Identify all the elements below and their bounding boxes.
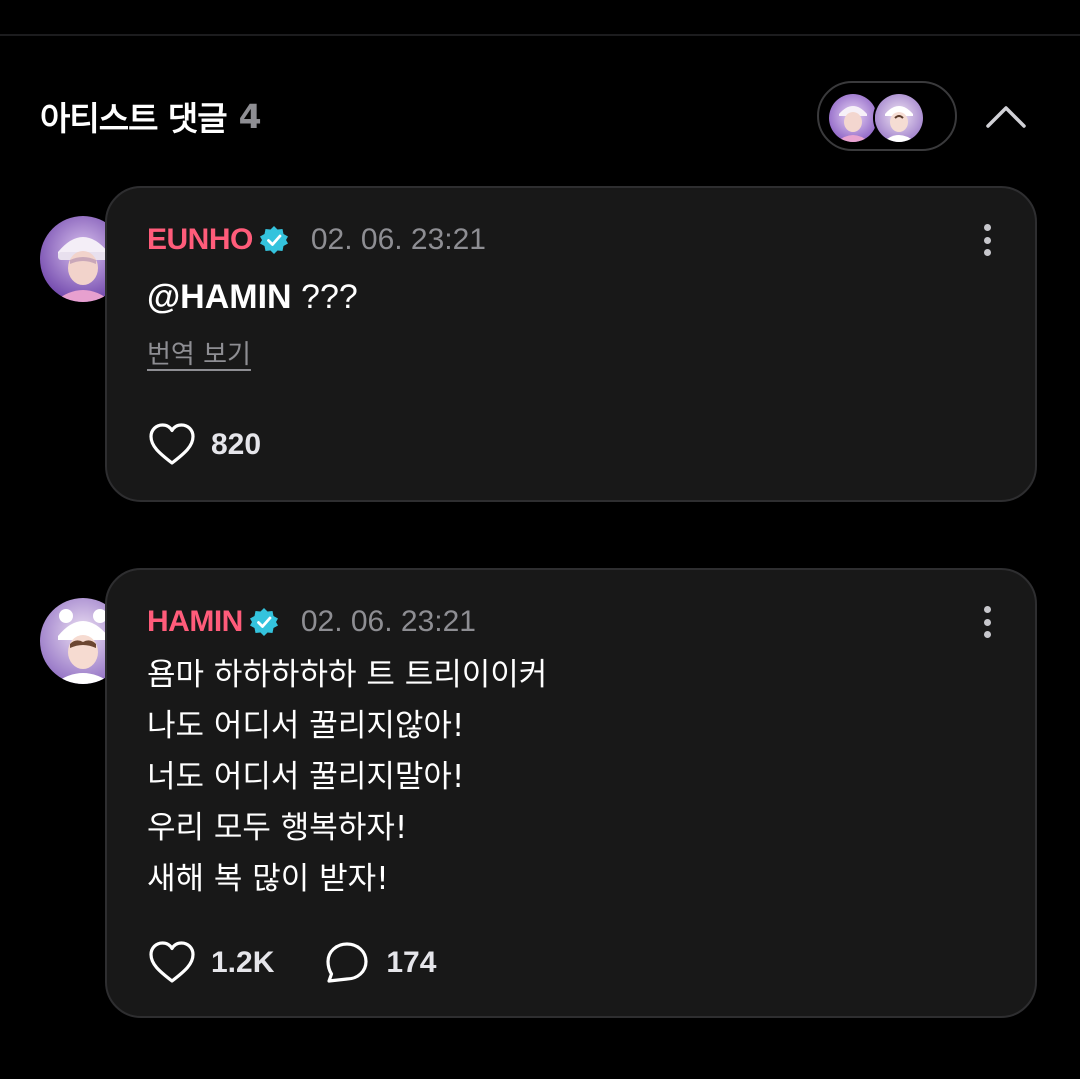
comment-timestamp: 02. 06. 23:21 bbox=[310, 223, 486, 256]
verified-badge-icon bbox=[259, 226, 288, 254]
like-button[interactable]: 820 bbox=[147, 420, 261, 470]
like-button[interactable]: 1.2K bbox=[147, 938, 274, 988]
comment-actions: 820 bbox=[147, 420, 309, 470]
dot-icon bbox=[983, 249, 991, 256]
section-header: 아티스트 댓글 4 bbox=[40, 90, 262, 142]
comment-item: EUNHO 02. 06. 23:21 @HAMIN ??? 번역 보기 820 bbox=[40, 186, 1040, 502]
comment-card: EUNHO 02. 06. 23:21 @HAMIN ??? 번역 보기 820 bbox=[105, 186, 1037, 502]
more-options-button[interactable] bbox=[975, 220, 999, 260]
like-count: 1.2K bbox=[211, 946, 275, 979]
chevron-up-icon bbox=[986, 106, 1026, 128]
comment-text: @HAMIN ??? bbox=[147, 272, 987, 324]
translate-link[interactable]: 번역 보기 bbox=[147, 334, 251, 371]
comment-actions: 1.2K 174 bbox=[147, 938, 484, 988]
section-title: 아티스트 댓글 bbox=[40, 99, 228, 138]
dot-icon bbox=[983, 236, 991, 244]
reply-button[interactable]: 174 bbox=[322, 938, 436, 988]
username[interactable]: HAMIN bbox=[147, 605, 243, 639]
comment-card: HAMIN 02. 06. 23:21 욤마 하하하하하 트 트리이이커 나도 … bbox=[105, 568, 1037, 1018]
avatar-eunho-icon bbox=[827, 92, 879, 144]
mention-link[interactable]: @HAMIN bbox=[147, 278, 292, 316]
dot-icon bbox=[983, 618, 991, 626]
artist-avatar-stack[interactable] bbox=[817, 81, 957, 151]
comment-count: 4 bbox=[238, 96, 262, 136]
comment-item: HAMIN 02. 06. 23:21 욤마 하하하하하 트 트리이이커 나도 … bbox=[40, 568, 1040, 1018]
speech-bubble-icon bbox=[326, 942, 368, 983]
dot-icon bbox=[983, 606, 991, 613]
artist-comments-page: 아티스트 댓글 4 EUNHO 02. 06. 23:21 @HAMIN ???… bbox=[0, 0, 1080, 1079]
comment-meta: EUNHO 02. 06. 23:21 bbox=[147, 220, 486, 260]
reply-count: 174 bbox=[386, 946, 437, 979]
comment-text: 욤마 하하하하하 트 트리이이커 나도 어디서 꿀리지않아! 너도 어디서 꿀리… bbox=[147, 657, 548, 897]
collapse-button[interactable] bbox=[978, 90, 1034, 142]
heart-icon bbox=[149, 423, 195, 465]
verified-badge-icon bbox=[249, 608, 278, 636]
like-count: 820 bbox=[211, 428, 262, 461]
heart-icon bbox=[149, 941, 195, 983]
top-divider bbox=[0, 34, 1080, 36]
username[interactable]: EUNHO bbox=[147, 223, 253, 257]
dot-icon bbox=[983, 631, 991, 638]
avatar-hamin-icon bbox=[873, 92, 925, 144]
comment-text-content: ??? bbox=[291, 278, 358, 316]
comment-meta: HAMIN 02. 06. 23:21 bbox=[147, 602, 476, 642]
dot-icon bbox=[983, 224, 991, 231]
comment-timestamp: 02. 06. 23:21 bbox=[300, 605, 476, 638]
more-options-button[interactable] bbox=[975, 602, 999, 642]
